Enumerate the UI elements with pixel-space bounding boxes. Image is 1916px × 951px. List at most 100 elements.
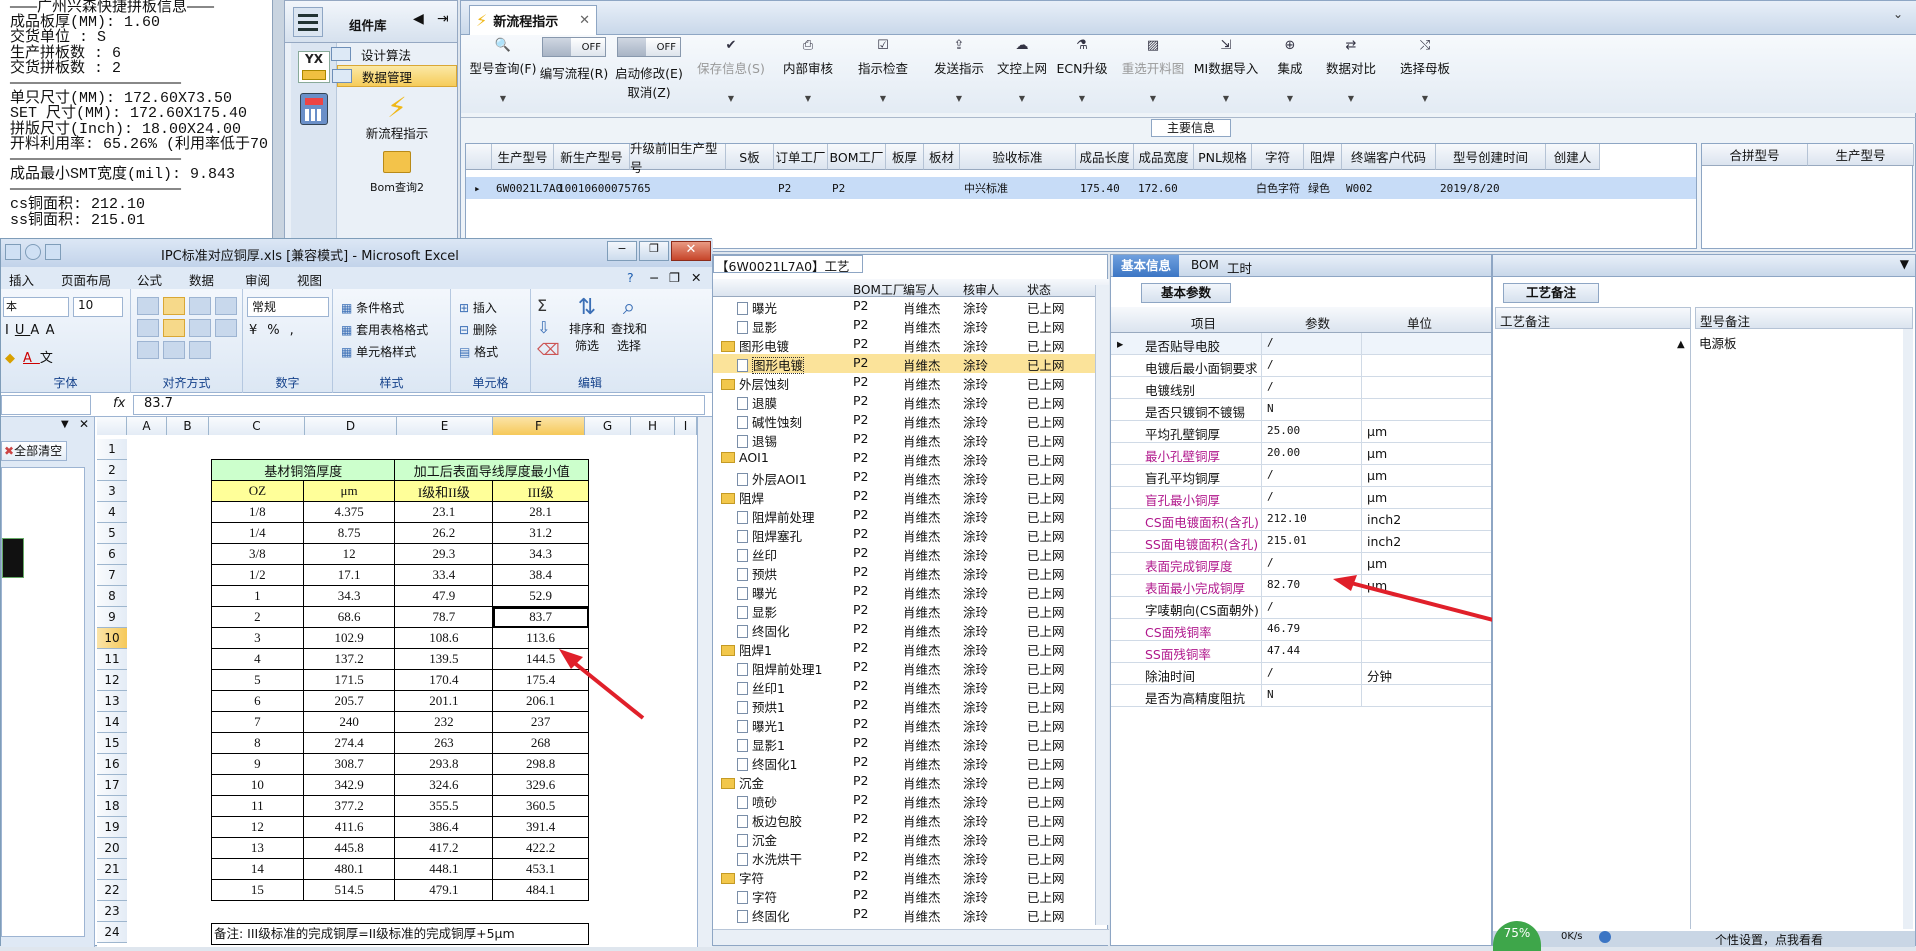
clipboard-thumbnail[interactable]	[2, 538, 24, 578]
dropdown-arrow-icon[interactable]: ▼	[1348, 94, 1354, 103]
tree-item[interactable]: 阻焊前处理 P2 肖维杰 涂玲 已上网	[713, 506, 1095, 525]
tree-item[interactable]: 字符 P2 肖维杰 涂玲 已上网	[713, 867, 1095, 886]
grid-cell[interactable]	[1546, 177, 1600, 199]
grid-cell[interactable]	[630, 177, 726, 199]
tree-item[interactable]: 退锡 P2 肖维杰 涂玲 已上网	[713, 430, 1095, 449]
ecn-upgrade-button[interactable]: ⚗ ECN升级 ▼	[1049, 35, 1115, 111]
integrate-button[interactable]: ⊕ 集成 ▼	[1263, 35, 1317, 111]
tree-header-cell[interactable]: 编写人	[903, 281, 939, 298]
dropdown-arrow-icon[interactable]: ▼	[1422, 94, 1428, 103]
shrink-font-button[interactable]: A	[46, 323, 61, 338]
grid-header-cell[interactable]: 生产型号	[492, 144, 554, 170]
param-value[interactable]: /	[1267, 556, 1274, 569]
grid-header-cell[interactable]: 订单工厂	[774, 144, 828, 170]
grid-cell[interactable]: 172.60	[1134, 177, 1194, 199]
align-left-icon[interactable]	[137, 319, 159, 337]
dropdown-arrow-icon[interactable]: ▼	[1019, 94, 1025, 103]
align-right-icon[interactable]	[189, 319, 211, 337]
tree-item[interactable]: 退膜 P2 肖维杰 涂玲 已上网	[713, 392, 1095, 411]
ribbon-minimize-icon[interactable]: −	[649, 270, 659, 285]
personalize-hint[interactable]: 个性设置，点我看看	[1715, 931, 1823, 948]
currency-icon[interactable]: ¥	[249, 323, 267, 338]
param-value[interactable]: 47.44	[1267, 644, 1300, 657]
tree-vertical-scrollbar[interactable]	[1095, 285, 1109, 925]
param-row[interactable]: 电镀线别 /	[1111, 377, 1491, 399]
grid-cell[interactable]: 10010600075765	[554, 177, 651, 199]
tree-item[interactable]: 阻焊前处理1 P2 肖维杰 涂玲 已上网	[713, 658, 1095, 677]
tab-basic-info[interactable]: 基本信息	[1113, 255, 1179, 277]
dropdown-arrow-icon[interactable]: ▼	[1150, 94, 1156, 103]
param-value[interactable]: 82.70	[1267, 578, 1300, 591]
ribbon-tab[interactable]: 视图	[297, 270, 322, 289]
collapse-left-icon[interactable]: ◀	[413, 11, 424, 27]
ribbon-tab[interactable]: 数据	[189, 270, 214, 289]
grid-cell[interactable]: 2019/8/20	[1436, 177, 1546, 199]
tab-process-notes[interactable]: 工艺备注	[1503, 283, 1599, 303]
dropdown-arrow-icon[interactable]: ▼	[880, 94, 886, 103]
italic-button[interactable]: I	[5, 323, 15, 338]
param-row[interactable]: ▸ 是否贴导电胶 /	[1111, 333, 1491, 355]
dropdown-arrow-icon[interactable]: ▼	[805, 94, 811, 103]
dropdown-arrow-icon[interactable]: ▼	[1223, 94, 1229, 103]
grid-row[interactable]: ▸ 6W0021L7A0 10010600075765 P2 P2 中兴标准 175.40 1…	[466, 177, 1696, 199]
tree-header-cell[interactable]: BOM工厂	[853, 281, 905, 298]
insert-cells-button[interactable]: ⊞ 插入	[459, 297, 498, 319]
param-value[interactable]: 215.01	[1267, 534, 1307, 547]
scroll-up-icon[interactable]: ▲	[1677, 339, 1685, 350]
delete-cells-button[interactable]: ⊟ 删除	[459, 319, 498, 341]
vertical-scrollbar[interactable]	[697, 417, 713, 947]
instruction-check-button[interactable]: ☑ 指示检查 ▼	[845, 35, 921, 111]
tree-item[interactable]: 显影 P2 肖维杰 涂玲 已上网	[713, 601, 1095, 620]
grid-header-cell[interactable]: 成品宽度	[1134, 144, 1194, 170]
tree-item[interactable]: 阻焊1 P2 肖维杰 涂玲 已上网	[713, 639, 1095, 658]
grid-cell[interactable]: 白色字符	[1252, 177, 1304, 199]
tab-work-hours[interactable]: 工时	[1227, 258, 1252, 277]
param-value[interactable]: /	[1267, 490, 1274, 503]
tree-item[interactable]: 丝印 P2 肖维杰 涂玲 已上网	[713, 544, 1095, 563]
autosum-icon[interactable]: Σ	[537, 295, 560, 317]
undo-icon[interactable]	[25, 244, 41, 260]
ribbon-tab[interactable]: 页面布局	[61, 270, 111, 289]
tree-item[interactable]: 显影1 P2 肖维杰 涂玲 已上网	[713, 734, 1095, 753]
tree-item[interactable]: 图形电镀 P2 肖维杰 涂玲 已上网	[713, 335, 1095, 354]
fill-color-icon[interactable]: ◆	[5, 351, 23, 366]
ribbon-tab[interactable]: 插入	[9, 270, 34, 289]
grid-cell[interactable]: 绿色	[1304, 177, 1342, 199]
help-icon[interactable]: ?	[627, 270, 634, 285]
tree-item[interactable]: 板边包胶 P2 肖维杰 涂玲 已上网	[713, 810, 1095, 829]
tree-item[interactable]: 曝光1 P2 肖维杰 涂玲 已上网	[713, 715, 1095, 734]
pin-icon[interactable]: ⇥	[437, 11, 449, 27]
pane-dropdown-icon[interactable]: ▼	[61, 419, 69, 430]
align-middle-icon[interactable]	[163, 297, 185, 315]
number-format-combo[interactable]: 常规	[247, 297, 329, 317]
start-modify-button[interactable]: OFF 启动修改(E) 取消(Z)	[609, 35, 689, 111]
tree-item[interactable]: 终固化 P2 肖维杰 涂玲 已上网	[713, 905, 1095, 924]
param-value[interactable]: 46.79	[1267, 622, 1300, 635]
cell-styles-button[interactable]: ▦ 单元格样式	[341, 341, 428, 363]
tile-bom-query[interactable]: Bom查询2	[347, 151, 447, 195]
tab-bom[interactable]: BOM	[1191, 258, 1219, 272]
tree-body[interactable]: 曝光 P2 肖维杰 涂玲 已上网 显影 P2 肖维杰 涂玲 已上网 图形电镀 P2 肖维杰 涂玲 已上网 图形…	[713, 297, 1095, 927]
tree-header-cell[interactable]: 核审人	[963, 281, 999, 298]
param-value[interactable]: N	[1267, 402, 1274, 415]
align-bottom-icon[interactable]	[189, 297, 211, 315]
align-center-icon[interactable]	[163, 319, 185, 337]
tree-header-cell[interactable]: 状态	[1027, 281, 1051, 298]
collapse-icon[interactable]: ⌄	[1893, 7, 1903, 21]
calculator-icon[interactable]	[291, 93, 337, 125]
dropdown-arrow-icon[interactable]: ▼	[956, 94, 962, 103]
notes-scrollbar[interactable]	[1903, 329, 1913, 929]
param-value[interactable]: /	[1267, 666, 1274, 679]
dropdown-arrow-icon[interactable]: ▼	[1287, 94, 1293, 103]
restore-button[interactable]: ❐	[639, 241, 669, 261]
ribbon-restore-icon[interactable]: ❐	[669, 270, 680, 285]
param-value[interactable]: /	[1267, 358, 1274, 371]
sort-filter-button[interactable]: ⇅ 排序和筛选	[567, 295, 607, 354]
grid-cell[interactable]: P2	[828, 177, 886, 199]
param-value[interactable]: 212.10	[1267, 512, 1307, 525]
grid-cell[interactable]: 6W0021L7A0	[492, 177, 562, 199]
grid-cell[interactable]	[924, 177, 960, 199]
tree-item[interactable]: 预烘1 P2 肖维杰 涂玲 已上网	[713, 696, 1095, 715]
grid-cell[interactable]: 中兴标准	[960, 177, 1076, 199]
off-toggle[interactable]: OFF	[617, 37, 681, 57]
